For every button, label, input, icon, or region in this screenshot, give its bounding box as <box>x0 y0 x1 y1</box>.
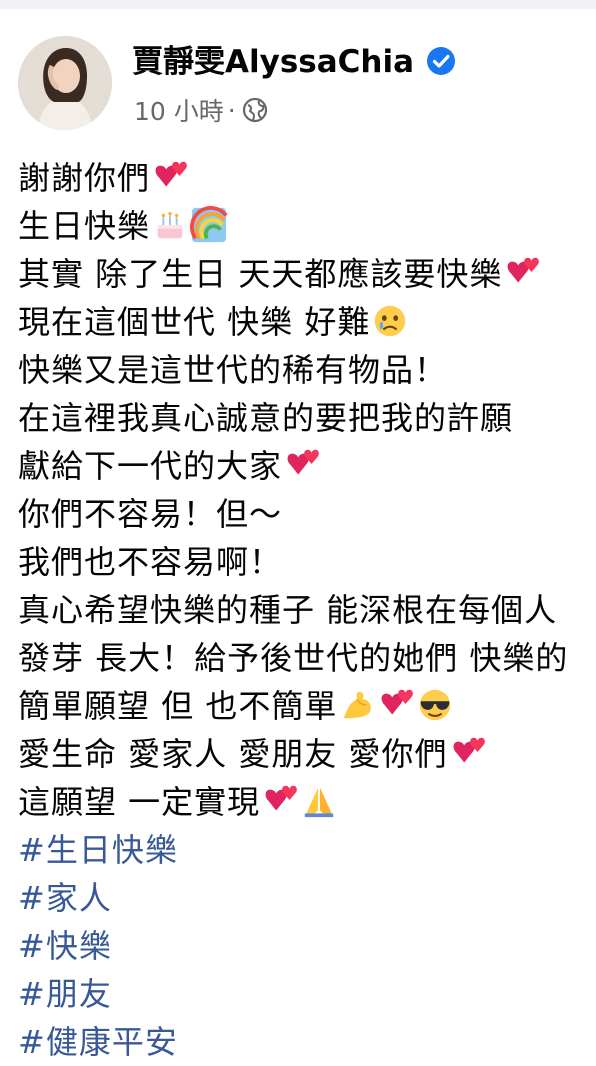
two-hearts-emoji <box>283 446 321 484</box>
post-line: 謝謝你們 <box>18 154 596 202</box>
post-line-text: 快樂又是這世代的稀有物品！ <box>18 351 448 389</box>
post-line-text: 你們不容易！但～ <box>18 495 283 533</box>
post-body: 謝謝你們 生日快樂 其實 除了生日 天天都應該要快樂 現在這個世代 快樂 好難 … <box>18 154 596 1066</box>
post-line: 生日快樂 <box>18 202 596 250</box>
crying-face-emoji <box>371 302 409 340</box>
post-line-text: 這願望 一定實現 <box>18 783 261 821</box>
post-meta: 10 小時 · <box>134 92 268 128</box>
post-line-text: 愛生命 愛家人 愛朋友 愛你們 <box>18 735 448 773</box>
hashtag-line: #生日快樂 <box>18 826 596 874</box>
birthday-cake-emoji <box>151 206 189 244</box>
flexed-biceps-emoji <box>338 686 376 724</box>
post-line: 我們也不容易啊！ <box>18 538 596 586</box>
post-line-text: 真心希望快樂的種子 能深根在每個人 <box>18 591 558 629</box>
hashtag-line: #家人 <box>18 874 596 922</box>
two-hearts-emoji <box>377 686 415 724</box>
avatar[interactable] <box>18 36 112 130</box>
two-hearts-emoji <box>261 782 299 820</box>
hashtag-link[interactable]: #快樂 <box>18 927 112 965</box>
post-line: 在這裡我真心誠意的要把我的許願 <box>18 394 596 442</box>
hashtag-link[interactable]: #家人 <box>18 879 112 917</box>
verified-badge-icon <box>427 47 455 75</box>
folded-hands-emoji <box>300 782 338 820</box>
post-line-text: 在這裡我真心誠意的要把我的許願 <box>18 399 514 437</box>
post-line: 快樂又是這世代的稀有物品！ <box>18 346 596 394</box>
hashtag-line: #快樂 <box>18 922 596 970</box>
post-line-text: 現在這個世代 快樂 好難 <box>18 303 371 341</box>
post-line-text: 我們也不容易啊！ <box>18 543 283 581</box>
globe-icon[interactable] <box>242 97 268 123</box>
rainbow-emoji <box>190 206 228 244</box>
post-timestamp[interactable]: 10 小時 <box>134 92 224 128</box>
post-line: 簡單願望 但 也不簡單 <box>18 682 596 730</box>
post-line: 獻給下一代的大家 <box>18 442 596 490</box>
hashtag-link[interactable]: #朋友 <box>18 975 112 1013</box>
author-name[interactable]: 賈靜雯AlyssaChia <box>132 42 414 82</box>
post-line: 其實 除了生日 天天都應該要快樂 <box>18 250 596 298</box>
post-line: 真心希望快樂的種子 能深根在每個人 <box>18 586 596 634</box>
post-line-text: 發芽 長大！給予後世代的她們 快樂的 <box>18 639 569 677</box>
meta-separator: · <box>227 95 236 125</box>
post-line-text: 謝謝你們 <box>18 159 151 197</box>
post-line: 你們不容易！但～ <box>18 490 596 538</box>
post-line: 發芽 長大！給予後世代的她們 快樂的 <box>18 634 596 682</box>
post-line: 愛生命 愛家人 愛朋友 愛你們 <box>18 730 596 778</box>
sunglasses-face-emoji <box>416 686 454 724</box>
two-hearts-emoji <box>449 734 487 772</box>
post-line: 現在這個世代 快樂 好難 <box>18 298 596 346</box>
post-line-text: 其實 除了生日 天天都應該要快樂 <box>18 255 503 293</box>
feed-background-strip <box>0 0 596 9</box>
post-line: 這願望 一定實現 <box>18 778 596 826</box>
two-hearts-emoji <box>503 254 541 292</box>
hashtag-link[interactable]: #健康平安 <box>18 1023 178 1061</box>
two-hearts-emoji <box>151 158 189 196</box>
hashtag-line: #朋友 <box>18 970 596 1018</box>
hashtag-line: #健康平安 <box>18 1018 596 1066</box>
post-line-text: 生日快樂 <box>18 207 151 245</box>
post-header: 賈靜雯AlyssaChia 10 小時 · <box>18 36 588 136</box>
post-line-text: 獻給下一代的大家 <box>18 447 283 485</box>
hashtag-link[interactable]: #生日快樂 <box>18 831 178 869</box>
post-line-text: 簡單願望 但 也不簡單 <box>18 687 338 725</box>
